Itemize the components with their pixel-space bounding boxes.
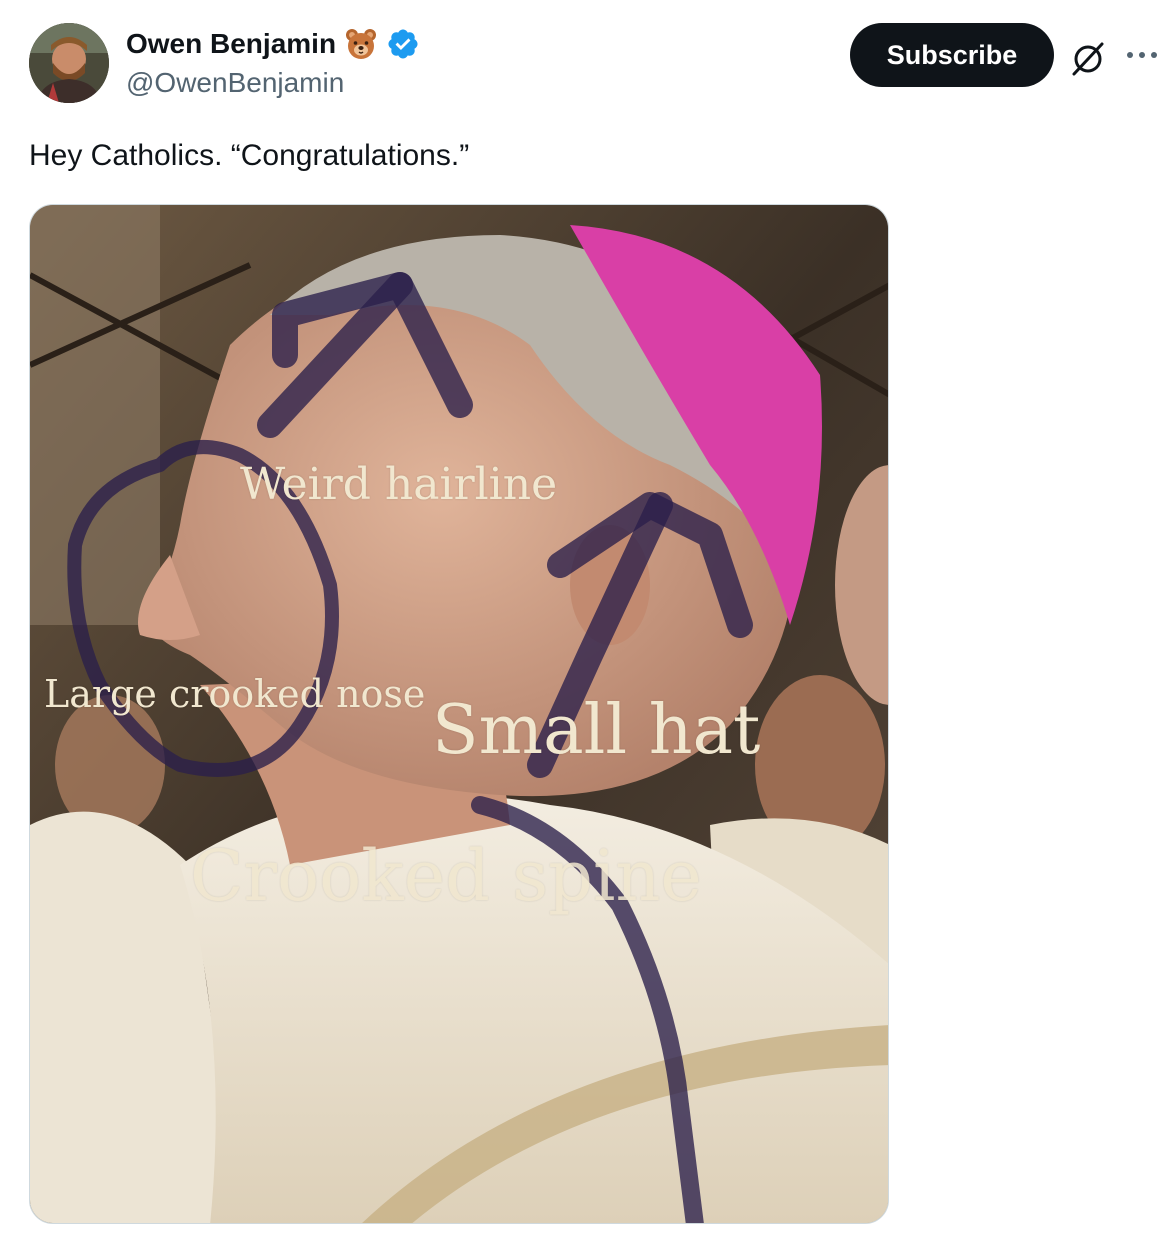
- caption-large-crooked-nose: Large crooked nose: [44, 672, 426, 716]
- author-name-row: Owen Benjamin: [126, 26, 420, 62]
- verified-badge-icon[interactable]: [386, 27, 420, 61]
- tweet-text: Hey Catholics. “Congratulations.”: [29, 139, 470, 172]
- avatar[interactable]: [29, 23, 109, 103]
- tweet-image[interactable]: Weird hairline Large crooked nose Small …: [29, 204, 889, 1224]
- caption-small-hat: Small hat: [432, 691, 761, 770]
- caption-crooked-spine: Crooked spine: [190, 835, 702, 917]
- author-handle[interactable]: @OwenBenjamin: [126, 66, 344, 100]
- caption-weird-hairline: Weird hairline: [240, 459, 558, 510]
- grok-icon[interactable]: [1068, 38, 1108, 78]
- tweet-card: Owen Benjamin @OwenBenjamin Subscribe He…: [0, 0, 1174, 1237]
- more-options-icon[interactable]: [1124, 40, 1160, 70]
- author-display-name[interactable]: Owen Benjamin: [126, 26, 336, 62]
- subscribe-button[interactable]: Subscribe: [850, 23, 1054, 87]
- bear-face-icon: [344, 27, 378, 61]
